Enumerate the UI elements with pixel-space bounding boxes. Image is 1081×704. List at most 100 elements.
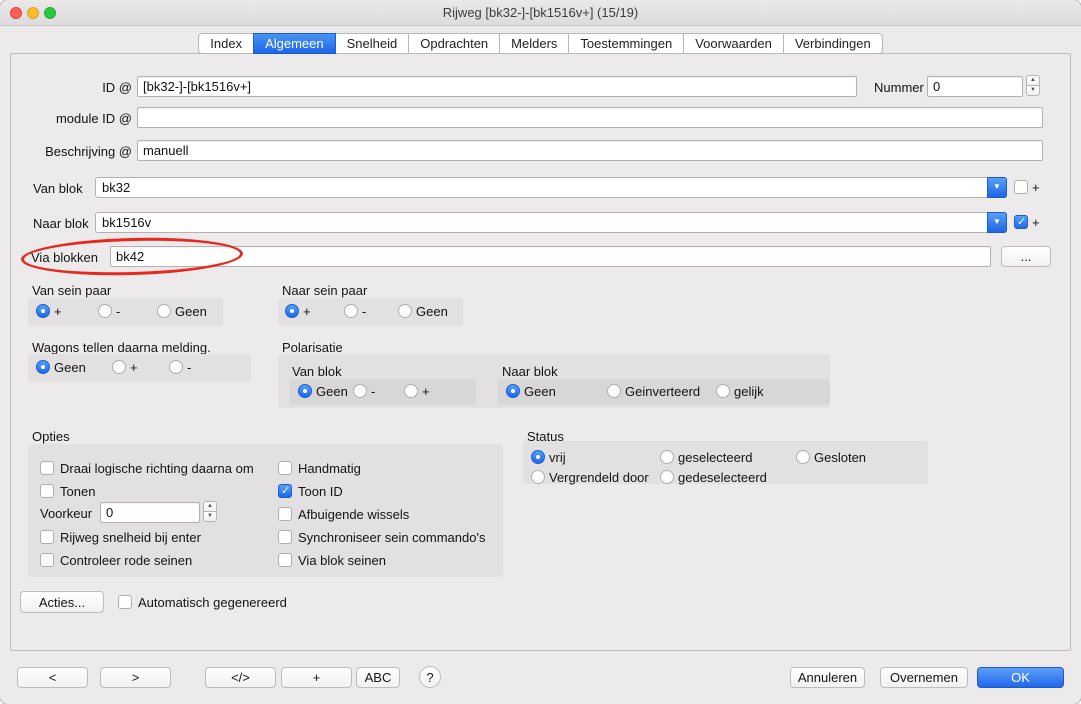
draai-richting-checkbox[interactable]: [40, 461, 54, 475]
pol-van-min-radio[interactable]: [353, 384, 367, 398]
polarisatie-title: Polarisatie: [282, 340, 343, 355]
ok-button[interactable]: OK: [977, 667, 1064, 688]
draai-richting-label: Draai logische richting daarna om: [60, 461, 254, 476]
tab-index[interactable]: Index: [198, 33, 254, 54]
tab-snelheid[interactable]: Snelheid: [335, 33, 410, 54]
van-sein-geen-radio[interactable]: [157, 304, 171, 318]
naar-blok-plus-label: +: [1032, 215, 1040, 230]
naar-sein-plus-label: +: [303, 304, 311, 319]
synchroniseer-sein-checkbox[interactable]: [278, 530, 292, 544]
chevron-down-icon[interactable]: [987, 212, 1007, 233]
id-label: ID @: [20, 80, 132, 95]
beschrijving-input[interactable]: [137, 140, 1043, 161]
tab-melders[interactable]: Melders: [499, 33, 569, 54]
naar-sein-plus-radio[interactable]: [285, 304, 299, 318]
pol-van-plus-label: +: [422, 384, 430, 399]
stepper-down-icon[interactable]: [1026, 85, 1040, 96]
beschrijving-label: Beschrijving @: [20, 144, 132, 159]
controleer-rode-seinen-checkbox[interactable]: [40, 553, 54, 567]
via-blok-seinen-label: Via blok seinen: [298, 553, 386, 568]
naar-blok-label: Naar blok: [33, 216, 89, 231]
van-sein-plus-radio[interactable]: [36, 304, 50, 318]
tab-opdrachten[interactable]: Opdrachten: [408, 33, 500, 54]
status-gesloten-radio[interactable]: [796, 450, 810, 464]
pol-van-min-label: -: [371, 384, 375, 399]
nummer-input[interactable]: [927, 76, 1023, 97]
via-blokken-input[interactable]: [110, 246, 991, 267]
rijweg-snelheid-checkbox[interactable]: [40, 530, 54, 544]
polarisatie-van-blok-title: Van blok: [292, 364, 342, 379]
via-blokken-browse-button[interactable]: ...: [1001, 246, 1051, 267]
tab-voorwaarden[interactable]: Voorwaarden: [683, 33, 784, 54]
automatisch-gegenereerd-label: Automatisch gegenereerd: [138, 595, 287, 610]
van-blok-label: Van blok: [33, 181, 83, 196]
pol-naar-geen-label: Geen: [524, 384, 556, 399]
van-sein-geen-label: Geen: [175, 304, 207, 319]
prev-button[interactable]: <: [17, 667, 88, 688]
tab-algemeen[interactable]: Algemeen: [253, 33, 336, 54]
status-vrij-label: vrij: [549, 450, 566, 465]
naar-sein-geen-label: Geen: [416, 304, 448, 319]
pol-naar-geen-radio[interactable]: [506, 384, 520, 398]
wagons-geen-radio[interactable]: [36, 360, 50, 374]
abc-button[interactable]: ABC: [356, 667, 400, 688]
dialog-window: Rijweg [bk32-]-[bk1516v+] (15/19) Index …: [0, 0, 1081, 704]
acties-button[interactable]: Acties...: [20, 591, 104, 613]
minimize-icon[interactable]: [27, 7, 39, 19]
pol-van-geen-radio[interactable]: [298, 384, 312, 398]
wagons-geen-label: Geen: [54, 360, 86, 375]
van-sein-min-radio[interactable]: [98, 304, 112, 318]
wagons-plus-radio[interactable]: [112, 360, 126, 374]
status-geselecteerd-radio[interactable]: [660, 450, 674, 464]
tab-verbindingen[interactable]: Verbindingen: [783, 33, 883, 54]
title-bar: Rijweg [bk32-]-[bk1516v+] (15/19): [0, 0, 1081, 26]
close-icon[interactable]: [10, 7, 22, 19]
handmatig-checkbox[interactable]: [278, 461, 292, 475]
nummer-label: Nummer: [874, 80, 924, 95]
status-vergrendeld-radio[interactable]: [531, 470, 545, 484]
voorkeur-label: Voorkeur: [40, 506, 92, 521]
voorkeur-input[interactable]: [100, 502, 200, 523]
naar-sein-paar-title: Naar sein paar: [282, 283, 367, 298]
wagons-min-radio[interactable]: [169, 360, 183, 374]
naar-blok-combo[interactable]: bk1516v: [95, 212, 1007, 233]
automatisch-gegenereerd-checkbox[interactable]: [118, 595, 132, 609]
controleer-rode-seinen-label: Controleer rode seinen: [60, 553, 192, 568]
pol-naar-geinverteerd-radio[interactable]: [607, 384, 621, 398]
naar-sein-min-label: -: [362, 304, 366, 319]
naar-blok-value: bk1516v: [102, 215, 151, 230]
tonen-checkbox[interactable]: [40, 484, 54, 498]
help-button[interactable]: ?: [419, 666, 441, 688]
overnemen-button[interactable]: Overnemen: [880, 667, 968, 688]
pol-naar-gelijk-radio[interactable]: [716, 384, 730, 398]
zoom-icon[interactable]: [44, 7, 56, 19]
status-gesloten-label: Gesloten: [814, 450, 866, 465]
chevron-down-icon[interactable]: [987, 177, 1007, 198]
toon-id-label: Toon ID: [298, 484, 343, 499]
afbuigende-wissels-checkbox[interactable]: [278, 507, 292, 521]
stepper-down-icon[interactable]: [203, 511, 217, 522]
xml-button[interactable]: </>: [205, 667, 276, 688]
tab-toestemmingen[interactable]: Toestemmingen: [568, 33, 684, 54]
pol-van-plus-radio[interactable]: [404, 384, 418, 398]
status-vergrendeld-label: Vergrendeld door: [549, 470, 649, 485]
van-blok-combo[interactable]: bk32: [95, 177, 1007, 198]
naar-blok-plus-checkbox[interactable]: [1014, 215, 1028, 229]
status-vrij-radio[interactable]: [531, 450, 545, 464]
via-blok-seinen-checkbox[interactable]: [278, 553, 292, 567]
rijweg-snelheid-label: Rijweg snelheid bij enter: [60, 530, 201, 545]
nummer-stepper: [1026, 75, 1040, 97]
module-id-input[interactable]: [137, 107, 1043, 128]
status-gedeselecteerd-radio[interactable]: [660, 470, 674, 484]
next-button[interactable]: >: [100, 667, 171, 688]
naar-sein-min-radio[interactable]: [344, 304, 358, 318]
toon-id-checkbox[interactable]: [278, 484, 292, 498]
add-button[interactable]: +: [281, 667, 352, 688]
annuleren-button[interactable]: Annuleren: [790, 667, 865, 688]
id-input[interactable]: [137, 76, 857, 97]
naar-sein-geen-radio[interactable]: [398, 304, 412, 318]
van-blok-plus-checkbox[interactable]: [1014, 180, 1028, 194]
window-title: Rijweg [bk32-]-[bk1516v+] (15/19): [0, 0, 1081, 25]
polarisatie-naar-blok-title: Naar blok: [502, 364, 558, 379]
van-sein-plus-label: +: [54, 304, 62, 319]
